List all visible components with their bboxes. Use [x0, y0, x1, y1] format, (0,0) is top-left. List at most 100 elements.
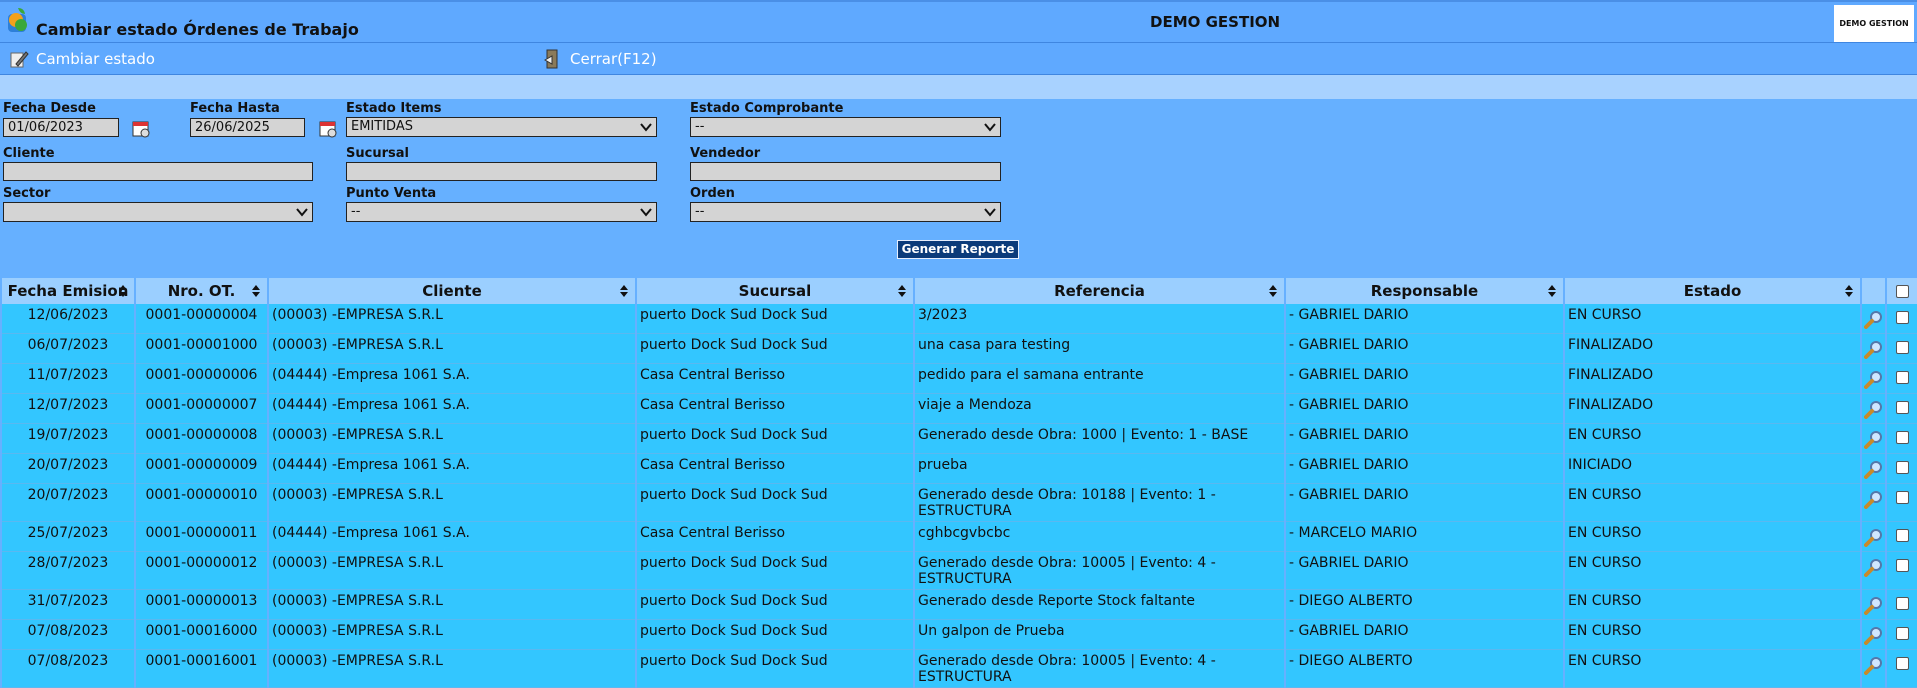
- cell-responsable: - GABRIEL DARIO: [1284, 333, 1564, 364]
- cell-cliente: (04444) -Empresa 1061 S.A.: [267, 453, 636, 484]
- cell-responsable: - GABRIEL DARIO: [1284, 393, 1564, 424]
- magnifier-icon[interactable]: [1863, 429, 1884, 449]
- orden-select[interactable]: --: [690, 202, 1001, 222]
- row-checkbox[interactable]: [1896, 559, 1909, 572]
- row-checkbox[interactable]: [1896, 491, 1909, 504]
- table-row[interactable]: 20/07/2023 0001-00000010 (00003) -EMPRESA …: [0, 483, 1917, 522]
- cell-nro: 0001-00000010: [134, 483, 268, 522]
- cell-cliente: (00003) -EMPRESA S.R.L: [267, 551, 636, 590]
- cell-view: [1860, 423, 1886, 454]
- magnifier-icon[interactable]: [1863, 595, 1884, 615]
- estado-comprobante-select[interactable]: --: [690, 117, 1001, 137]
- magnifier-icon[interactable]: [1863, 339, 1884, 359]
- cell-nro: 0001-00016000: [134, 619, 268, 650]
- cell-responsable: - DIEGO ALBERTO: [1284, 589, 1564, 620]
- sort-icon[interactable]: [1268, 284, 1278, 298]
- row-checkbox[interactable]: [1896, 461, 1909, 474]
- select-all-checkbox[interactable]: [1896, 284, 1909, 298]
- cell-select: [1885, 333, 1917, 364]
- sort-icon[interactable]: [118, 284, 128, 298]
- column-header-select-all[interactable]: [1885, 277, 1917, 304]
- column-header-estado[interactable]: Estado: [1563, 277, 1861, 304]
- table-row[interactable]: 07/08/2023 0001-00016000 (00003) -EMPRESA …: [0, 619, 1917, 650]
- table-row[interactable]: 19/07/2023 0001-00000008 (00003) -EMPRESA …: [0, 423, 1917, 454]
- cell-responsable: - GABRIEL DARIO: [1284, 619, 1564, 650]
- cell-responsable: - GABRIEL DARIO: [1284, 363, 1564, 394]
- generate-report-button[interactable]: Generar Reporte: [897, 240, 1019, 259]
- cell-sucursal: puerto Dock Sud Dock Sud: [635, 333, 914, 364]
- fecha-desde-input[interactable]: 01/06/2023: [3, 118, 119, 137]
- fecha-hasta-input[interactable]: 26/06/2025: [190, 118, 305, 137]
- magnifier-icon[interactable]: [1863, 527, 1884, 547]
- table-row[interactable]: 28/07/2023 0001-00000012 (00003) -EMPRESA …: [0, 551, 1917, 590]
- cell-view: [1860, 649, 1886, 688]
- cell-estado: EN CURSO: [1563, 589, 1861, 620]
- sort-icon[interactable]: [1547, 284, 1557, 298]
- cliente-input[interactable]: [3, 162, 313, 181]
- cell-view: [1860, 453, 1886, 484]
- column-header-sucursal[interactable]: Sucursal: [635, 277, 914, 304]
- table-row[interactable]: 12/06/2023 0001-00000004 (00003) -EMPRESA …: [0, 304, 1917, 334]
- estado-items-select[interactable]: EMITIDAS: [346, 117, 657, 137]
- column-header-referencia[interactable]: Referencia: [913, 277, 1285, 304]
- cell-referencia: una casa para testing: [913, 333, 1285, 364]
- magnifier-icon[interactable]: [1863, 459, 1884, 479]
- cliente-label: Cliente: [3, 146, 55, 161]
- column-header-label: Nro. OT.: [167, 282, 236, 300]
- sort-icon[interactable]: [619, 284, 629, 298]
- cell-view: [1860, 304, 1886, 334]
- magnifier-icon[interactable]: [1863, 625, 1884, 645]
- cell-cliente: (00003) -EMPRESA S.R.L: [267, 619, 636, 650]
- vendedor-input[interactable]: [690, 162, 1001, 181]
- change-state-button[interactable]: Cambiar estado: [8, 47, 155, 71]
- column-header-label: Cliente: [422, 282, 482, 300]
- table-row[interactable]: 12/07/2023 0001-00000007 (04444) -Empresa …: [0, 393, 1917, 424]
- row-checkbox[interactable]: [1896, 341, 1909, 354]
- title-bar: Cambiar estado Órdenes de Trabajo DEMO G…: [0, 0, 1917, 42]
- close-button[interactable]: Cerrar(F12): [542, 47, 657, 71]
- magnifier-icon[interactable]: [1863, 399, 1884, 419]
- table-row[interactable]: 20/07/2023 0001-00000009 (04444) -Empresa …: [0, 453, 1917, 484]
- punto-venta-select[interactable]: --: [346, 202, 657, 222]
- row-checkbox[interactable]: [1896, 401, 1909, 414]
- cell-view: [1860, 589, 1886, 620]
- magnifier-icon[interactable]: [1863, 369, 1884, 389]
- calendar-icon[interactable]: [130, 117, 152, 139]
- sort-icon[interactable]: [1844, 284, 1854, 298]
- magnifier-icon[interactable]: [1863, 557, 1884, 577]
- orden-value: --: [695, 204, 705, 219]
- sort-icon[interactable]: [251, 284, 261, 298]
- column-header-nro-ot[interactable]: Nro. OT.: [134, 277, 268, 304]
- table-row[interactable]: 25/07/2023 0001-00000011 (04444) -Empresa …: [0, 521, 1917, 552]
- cell-cliente: (04444) -Empresa 1061 S.A.: [267, 363, 636, 394]
- column-header-cliente[interactable]: Cliente: [267, 277, 636, 304]
- cell-estado: EN CURSO: [1563, 304, 1861, 334]
- row-checkbox[interactable]: [1896, 311, 1909, 324]
- chevron-down-icon: [640, 123, 652, 132]
- table-row[interactable]: 31/07/2023 0001-00000013 (00003) -EMPRESA …: [0, 589, 1917, 620]
- cell-fecha: 19/07/2023: [0, 423, 135, 454]
- row-checkbox[interactable]: [1896, 371, 1909, 384]
- sort-icon[interactable]: [897, 284, 907, 298]
- cell-cliente: (00003) -EMPRESA S.R.L: [267, 304, 636, 334]
- row-checkbox[interactable]: [1896, 627, 1909, 640]
- sucursal-input[interactable]: [346, 162, 657, 181]
- row-checkbox[interactable]: [1896, 529, 1909, 542]
- magnifier-icon[interactable]: [1863, 309, 1884, 329]
- table-row[interactable]: 06/07/2023 0001-00001000 (00003) -EMPRESA …: [0, 333, 1917, 364]
- cell-estado: EN CURSO: [1563, 521, 1861, 552]
- sector-select[interactable]: [3, 202, 313, 222]
- row-checkbox[interactable]: [1896, 657, 1909, 670]
- cell-responsable: - DIEGO ALBERTO: [1284, 649, 1564, 688]
- magnifier-icon[interactable]: [1863, 489, 1884, 509]
- column-header-label: Referencia: [1054, 282, 1145, 300]
- table-row[interactable]: 07/08/2023 0001-00016001 (00003) -EMPRESA …: [0, 649, 1917, 688]
- calendar-icon[interactable]: [317, 117, 339, 139]
- cell-select: [1885, 589, 1917, 620]
- column-header-responsable[interactable]: Responsable: [1284, 277, 1564, 304]
- table-row[interactable]: 11/07/2023 0001-00000006 (04444) -Empresa …: [0, 363, 1917, 394]
- row-checkbox[interactable]: [1896, 431, 1909, 444]
- magnifier-icon[interactable]: [1863, 655, 1884, 675]
- row-checkbox[interactable]: [1896, 597, 1909, 610]
- column-header-fecha-emision[interactable]: Fecha Emision: [0, 277, 135, 304]
